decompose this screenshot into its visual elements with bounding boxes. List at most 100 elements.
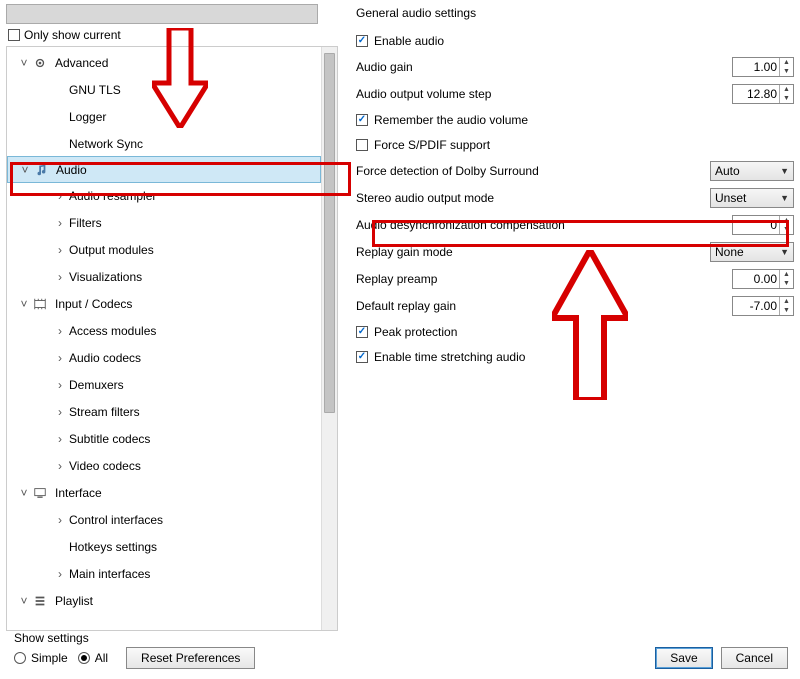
- remember-volume-checkbox[interactable]: Remember the audio volume: [356, 109, 794, 131]
- force-spdif-checkbox[interactable]: Force S/PDIF support: [356, 134, 794, 156]
- tree-item-video-codecs[interactable]: ›Video codecs: [7, 452, 321, 479]
- radio-simple[interactable]: Simple: [14, 651, 68, 665]
- replay-preamp-input[interactable]: [733, 271, 779, 287]
- checkbox-icon: [356, 35, 368, 47]
- radio-all[interactable]: All: [78, 651, 108, 665]
- stepper-down-icon[interactable]: ▼: [780, 306, 793, 315]
- chevron-right-icon: ›: [53, 405, 67, 419]
- replay-mode-combo[interactable]: None ▼: [710, 242, 794, 262]
- tree-item-subtitle-codecs[interactable]: ›Subtitle codecs: [7, 425, 321, 452]
- stepper-down-icon[interactable]: ▼: [780, 67, 793, 76]
- tree-item-gnu-tls[interactable]: GNU TLS: [7, 76, 321, 103]
- tree-item-network-sync[interactable]: Network Sync: [7, 130, 321, 157]
- settings-tree[interactable]: ˅AdvancedGNU TLSLoggerNetwork Sync˅Audio…: [7, 47, 321, 630]
- tree-item-label: Video codecs: [69, 459, 141, 473]
- tree-item-label: Audio resampler: [69, 189, 156, 203]
- volume-step-label: Audio output volume step: [356, 87, 732, 101]
- tree-item-label: Hotkeys settings: [69, 540, 157, 554]
- tree-item-access-modules[interactable]: ›Access modules: [7, 317, 321, 344]
- stereo-mode-value: Unset: [715, 191, 746, 205]
- tree-item-demuxers[interactable]: ›Demuxers: [7, 371, 321, 398]
- chevron-down-icon: ˅: [17, 486, 31, 500]
- stepper-up-icon[interactable]: ▲: [780, 216, 793, 225]
- tree-item-label: GNU TLS: [69, 83, 121, 97]
- tree-item-logger[interactable]: Logger: [7, 103, 321, 130]
- default-replay-stepper[interactable]: ▲▼: [732, 296, 794, 316]
- radio-icon: [78, 652, 90, 664]
- chevron-down-icon: ▼: [780, 193, 789, 203]
- tree-item-label: Control interfaces: [69, 513, 163, 527]
- stereo-mode-combo[interactable]: Unset ▼: [710, 188, 794, 208]
- chevron-right-icon: ›: [53, 378, 67, 392]
- tree-category-audio[interactable]: ˅Audio: [7, 156, 321, 183]
- tree-scrollbar[interactable]: [321, 47, 337, 630]
- tree-category-interface[interactable]: ˅Interface: [7, 479, 321, 506]
- stepper-up-icon[interactable]: ▲: [780, 297, 793, 306]
- time-stretch-checkbox[interactable]: Enable time stretching audio: [356, 346, 794, 368]
- default-replay-label: Default replay gain: [356, 299, 732, 313]
- desync-input[interactable]: [733, 217, 779, 233]
- chevron-right-icon: ›: [53, 270, 67, 284]
- audio-gain-stepper[interactable]: ▲▼: [732, 57, 794, 77]
- tree-item-audio-resampler[interactable]: ›Audio resampler: [7, 182, 321, 209]
- checkbox-icon: [356, 351, 368, 363]
- tree-item-label: Filters: [69, 216, 102, 230]
- tree-category-playlist[interactable]: ˅ Playlist: [7, 587, 321, 614]
- iface-icon: [33, 486, 51, 500]
- peak-protection-checkbox[interactable]: Peak protection: [356, 321, 794, 343]
- cancel-button[interactable]: Cancel: [721, 647, 788, 669]
- stepper-down-icon[interactable]: ▼: [780, 279, 793, 288]
- tree-category-advanced[interactable]: ˅ Advanced: [7, 49, 321, 76]
- tree-category-input-codecs[interactable]: ˅Input / Codecs: [7, 290, 321, 317]
- stepper-up-icon[interactable]: ▲: [780, 270, 793, 279]
- reset-preferences-button[interactable]: Reset Preferences: [126, 647, 255, 669]
- tree-item-label: Main interfaces: [69, 567, 150, 581]
- chevron-down-icon: ▼: [780, 247, 789, 257]
- tree-item-label: Advanced: [55, 56, 108, 70]
- chevron-right-icon: ›: [53, 351, 67, 365]
- tree-item-hotkeys-settings[interactable]: Hotkeys settings: [7, 533, 321, 560]
- tree-item-label: Playlist: [55, 594, 93, 608]
- enable-audio-checkbox[interactable]: Enable audio: [356, 30, 794, 52]
- tree-item-label: Logger: [69, 110, 106, 124]
- replay-preamp-label: Replay preamp: [356, 272, 732, 286]
- chevron-right-icon: ›: [53, 567, 67, 581]
- scroll-thumb[interactable]: [324, 53, 335, 413]
- desync-stepper[interactable]: ▲▼: [732, 215, 794, 235]
- save-button[interactable]: Save: [655, 647, 712, 669]
- stepper-down-icon[interactable]: ▼: [780, 94, 793, 103]
- peak-protection-label: Peak protection: [374, 325, 457, 339]
- stereo-mode-label: Stereo audio output mode: [356, 191, 710, 205]
- list-icon: [33, 594, 51, 608]
- dolby-label: Force detection of Dolby Surround: [356, 164, 710, 178]
- tree-item-output-modules[interactable]: ›Output modules: [7, 236, 321, 263]
- tree-item-label: Output modules: [69, 243, 154, 257]
- stepper-down-icon[interactable]: ▼: [780, 225, 793, 234]
- tree-item-label: Subtitle codecs: [69, 432, 150, 446]
- audio-gain-input[interactable]: [733, 59, 779, 75]
- search-input[interactable]: [6, 4, 318, 24]
- tree-item-main-interfaces[interactable]: ›Main interfaces: [7, 560, 321, 587]
- desync-label: Audio desynchronization compensation: [356, 218, 732, 232]
- checkbox-icon: [356, 114, 368, 126]
- tree-item-control-interfaces[interactable]: ›Control interfaces: [7, 506, 321, 533]
- radio-simple-label: Simple: [31, 651, 68, 665]
- dolby-combo[interactable]: Auto ▼: [710, 161, 794, 181]
- replay-preamp-stepper[interactable]: ▲▼: [732, 269, 794, 289]
- only-show-current-checkbox[interactable]: Only show current: [8, 28, 338, 42]
- tree-item-label: Stream filters: [69, 405, 140, 419]
- stepper-up-icon[interactable]: ▲: [780, 58, 793, 67]
- chevron-down-icon: ˅: [18, 163, 32, 177]
- tree-item-visualizations[interactable]: ›Visualizations: [7, 263, 321, 290]
- remember-volume-label: Remember the audio volume: [374, 113, 528, 127]
- volume-step-stepper[interactable]: ▲▼: [732, 84, 794, 104]
- tree-item-filters[interactable]: ›Filters: [7, 209, 321, 236]
- stepper-up-icon[interactable]: ▲: [780, 85, 793, 94]
- tree-item-stream-filters[interactable]: ›Stream filters: [7, 398, 321, 425]
- volume-step-input[interactable]: [733, 86, 779, 102]
- chevron-down-icon: ˅: [17, 594, 31, 608]
- default-replay-input[interactable]: [733, 298, 779, 314]
- checkbox-icon: [8, 29, 20, 41]
- chevron-down-icon: ˅: [17, 56, 31, 70]
- tree-item-audio-codecs[interactable]: ›Audio codecs: [7, 344, 321, 371]
